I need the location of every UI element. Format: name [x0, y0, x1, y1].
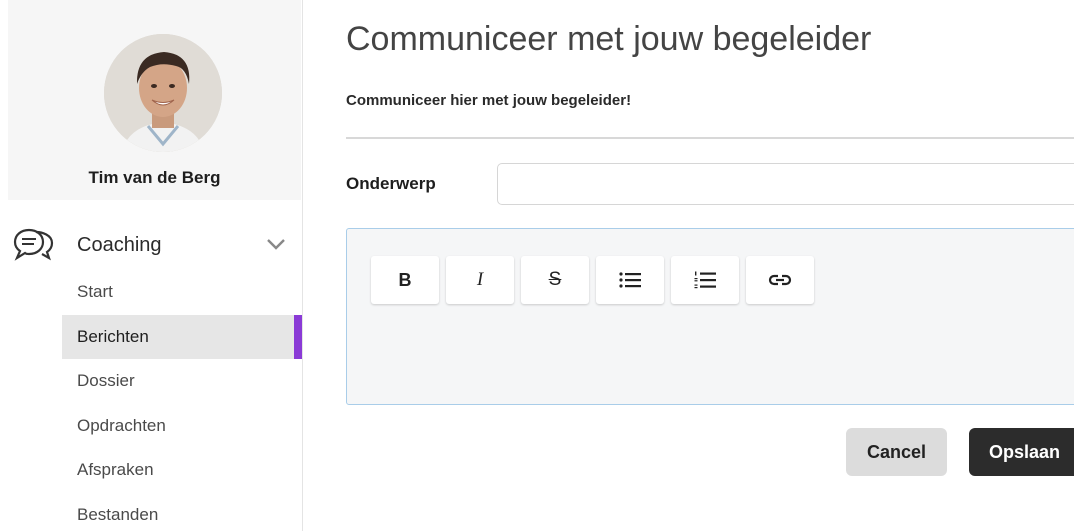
nav-section-coaching[interactable]: Coaching [0, 222, 302, 270]
message-editor[interactable]: B I S [346, 228, 1074, 405]
nav-section-title: Coaching [77, 234, 162, 256]
chevron-down-icon[interactable] [265, 236, 287, 252]
divider [346, 137, 1074, 139]
main-content: Communiceer met jouw begeleider Communic… [346, 0, 1074, 531]
cancel-button[interactable]: Cancel [846, 428, 947, 476]
save-button[interactable]: Opslaan [969, 428, 1074, 476]
page-title: Communiceer met jouw begeleider [346, 20, 872, 58]
link-icon [768, 274, 792, 286]
avatar-image [104, 34, 222, 152]
sidebar: Tim van de Berg Coaching Start Berichten… [0, 0, 303, 531]
avatar [104, 34, 222, 152]
nav-item-afspraken[interactable]: Afspraken [62, 448, 302, 493]
nav-item-berichten[interactable]: Berichten [62, 314, 302, 359]
bold-button[interactable]: B [371, 256, 439, 304]
bullet-list-button[interactable] [596, 256, 664, 304]
bold-icon: B [398, 269, 412, 290]
editor-toolbar: B I S [371, 256, 814, 304]
nav-list: Start Berichten Dossier Opdrachten Afspr… [62, 270, 302, 531]
nav-item-opdrachten[interactable]: Opdrachten [62, 404, 302, 449]
italic-button[interactable]: I [446, 256, 514, 304]
page: Tim van de Berg Coaching Start Berichten… [0, 0, 1074, 531]
bullet-list-icon [619, 272, 641, 288]
page-subtitle: Communiceer hier met jouw begeleider! [346, 92, 632, 109]
subject-label: Onderwerp [346, 174, 436, 193]
nav-item-start[interactable]: Start [62, 270, 302, 315]
numbered-list-button[interactable] [671, 256, 739, 304]
italic-icon: I [476, 269, 484, 290]
subject-input[interactable] [497, 163, 1074, 205]
chat-bubbles-icon [13, 228, 54, 261]
strikethrough-button[interactable]: S [521, 256, 589, 304]
numbered-list-icon [694, 271, 716, 289]
profile-name: Tim van de Berg [88, 168, 221, 187]
strikethrough-icon: S [548, 269, 562, 290]
nav-item-dossier[interactable]: Dossier [62, 359, 302, 404]
link-button[interactable] [746, 256, 814, 304]
profile-card: Tim van de Berg [8, 0, 301, 200]
nav-item-bestanden[interactable]: Bestanden [62, 493, 302, 531]
